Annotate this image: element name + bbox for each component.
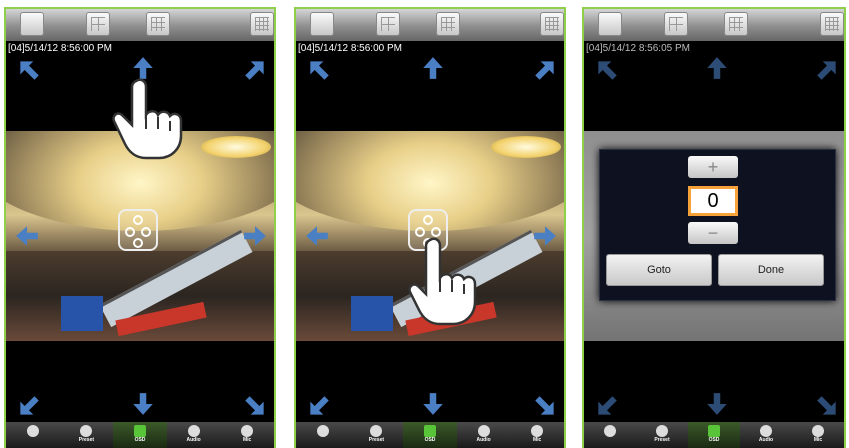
nav-osd[interactable]: OSD bbox=[403, 422, 457, 448]
pan-right-arrow-icon[interactable] bbox=[530, 221, 560, 251]
pan-up-left-arrow-icon[interactable] bbox=[592, 55, 622, 85]
pan-down-right-arrow-icon[interactable] bbox=[812, 391, 842, 421]
nav-preset[interactable]: Preset bbox=[350, 422, 404, 448]
nav-view[interactable] bbox=[584, 422, 636, 448]
sixteen-view-icon[interactable] bbox=[820, 12, 844, 36]
nav-audio[interactable]: Audio bbox=[740, 422, 792, 448]
increment-button[interactable]: + bbox=[688, 156, 738, 178]
nav-mic[interactable]: Mic bbox=[510, 422, 564, 448]
preset-dialog: + 0 − Goto Done bbox=[599, 149, 836, 301]
nine-view-icon[interactable] bbox=[146, 12, 170, 36]
bottom-nav: Preset OSD Audio Mic bbox=[6, 422, 274, 448]
decrement-button[interactable]: − bbox=[688, 222, 738, 244]
nav-preset[interactable]: Preset bbox=[636, 422, 688, 448]
phone-screen-3: [04]5/14/12 8:56:05 PM + 0 − Goto Done P… bbox=[582, 7, 846, 448]
pan-up-right-arrow-icon[interactable] bbox=[812, 55, 842, 85]
pan-up-left-arrow-icon[interactable] bbox=[14, 55, 44, 85]
nav-osd[interactable]: OSD bbox=[113, 422, 167, 448]
layout-toolbar bbox=[584, 9, 844, 41]
done-button[interactable]: Done bbox=[718, 254, 824, 286]
phone-screen-2: [04]5/14/12 8:56:00 PM Preset OSD Audio … bbox=[294, 7, 566, 448]
pointing-hand-icon bbox=[408, 237, 477, 326]
quad-view-icon[interactable] bbox=[376, 12, 400, 36]
pan-left-arrow-icon[interactable] bbox=[12, 221, 42, 251]
audio-icon bbox=[477, 425, 490, 437]
preset-icon bbox=[656, 425, 668, 437]
mic-icon bbox=[531, 425, 544, 437]
pan-up-arrow-icon[interactable] bbox=[418, 53, 448, 83]
mic-icon bbox=[812, 425, 824, 437]
nav-audio[interactable]: Audio bbox=[167, 422, 221, 448]
preset-icon bbox=[370, 425, 383, 437]
nine-view-icon[interactable] bbox=[724, 12, 748, 36]
pan-down-left-arrow-icon[interactable] bbox=[14, 391, 44, 421]
osd-icon bbox=[133, 425, 146, 437]
pan-down-arrow-icon[interactable] bbox=[128, 389, 158, 419]
view-icon bbox=[26, 425, 39, 437]
pan-left-arrow-icon[interactable] bbox=[302, 221, 332, 251]
layout-toolbar bbox=[6, 9, 274, 41]
pan-up-left-arrow-icon[interactable] bbox=[304, 55, 334, 85]
pan-down-arrow-icon[interactable] bbox=[418, 389, 448, 419]
pan-up-arrow-icon[interactable] bbox=[702, 53, 732, 83]
zoom-control-icon[interactable] bbox=[118, 209, 158, 251]
nav-preset[interactable]: Preset bbox=[60, 422, 114, 448]
preset-icon bbox=[80, 425, 93, 437]
sixteen-view-icon[interactable] bbox=[250, 12, 274, 36]
pan-down-arrow-icon[interactable] bbox=[702, 389, 732, 419]
nav-osd[interactable]: OSD bbox=[688, 422, 740, 448]
nav-mic[interactable]: Mic bbox=[220, 422, 274, 448]
goto-button[interactable]: Goto bbox=[606, 254, 712, 286]
camera-timestamp: [04]5/14/12 8:56:00 PM bbox=[298, 43, 402, 54]
mic-icon bbox=[241, 425, 254, 437]
view-icon bbox=[604, 425, 616, 437]
bottom-nav: Preset OSD Audio Mic bbox=[584, 422, 844, 448]
audio-icon bbox=[760, 425, 772, 437]
single-view-icon[interactable] bbox=[310, 12, 334, 36]
sixteen-view-icon[interactable] bbox=[540, 12, 564, 36]
single-view-icon[interactable] bbox=[20, 12, 44, 36]
osd-icon bbox=[423, 425, 436, 437]
pan-down-right-arrow-icon[interactable] bbox=[530, 391, 560, 421]
quad-view-icon[interactable] bbox=[86, 12, 110, 36]
pan-down-right-arrow-icon[interactable] bbox=[240, 391, 270, 421]
audio-icon bbox=[187, 425, 200, 437]
pan-up-right-arrow-icon[interactable] bbox=[530, 55, 560, 85]
pan-down-left-arrow-icon[interactable] bbox=[304, 391, 334, 421]
pointing-hand-icon bbox=[112, 78, 183, 160]
single-view-icon[interactable] bbox=[598, 12, 622, 36]
preset-number-stepper: + 0 − bbox=[688, 156, 738, 246]
pan-up-right-arrow-icon[interactable] bbox=[240, 55, 270, 85]
nav-audio[interactable]: Audio bbox=[457, 422, 511, 448]
preset-number-field[interactable]: 0 bbox=[688, 186, 738, 216]
pan-right-arrow-icon[interactable] bbox=[240, 221, 270, 251]
view-icon bbox=[316, 425, 329, 437]
quad-view-icon[interactable] bbox=[664, 12, 688, 36]
camera-timestamp: [04]5/14/12 8:56:05 PM bbox=[586, 43, 690, 54]
nav-view[interactable] bbox=[296, 422, 350, 448]
bottom-nav: Preset OSD Audio Mic bbox=[296, 422, 564, 448]
phone-screen-1: [04]5/14/12 8:56:00 PM Preset OSD Audio … bbox=[4, 7, 276, 448]
nine-view-icon[interactable] bbox=[436, 12, 460, 36]
pan-down-left-arrow-icon[interactable] bbox=[592, 391, 622, 421]
nav-view[interactable] bbox=[6, 422, 60, 448]
nav-mic[interactable]: Mic bbox=[792, 422, 844, 448]
camera-timestamp: [04]5/14/12 8:56:00 PM bbox=[8, 43, 112, 54]
layout-toolbar bbox=[296, 9, 564, 41]
osd-icon bbox=[708, 425, 720, 437]
